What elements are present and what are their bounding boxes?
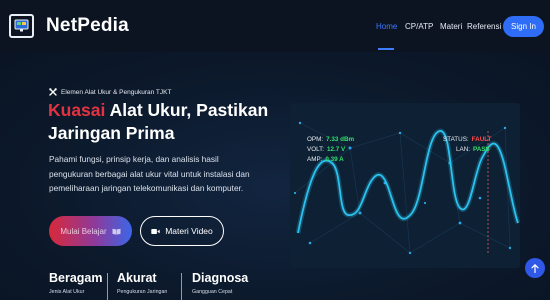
start-learning-label: Mulai Belajar (60, 226, 107, 236)
back-to-top-button[interactable] (525, 258, 545, 278)
book-icon (112, 228, 121, 235)
hero-description: Pahami fungsi, prinsip kerja, dan analis… (49, 154, 250, 194)
reading-amp: AMP: 0.39 A (307, 156, 344, 163)
sign-in-button[interactable]: Sign In (503, 16, 544, 37)
video-material-label: Materi Video (165, 226, 213, 236)
reading-opm: OPM: 7.33 dBm (307, 136, 355, 143)
nav-item-materi[interactable]: Materi (440, 22, 462, 31)
stat-value: Diagnosa (192, 271, 249, 285)
stat-item: Beragam Jenis Alat Ukur (49, 271, 103, 295)
status-lan: LAN: PASS (456, 146, 490, 153)
waveform-graphic (293, 121, 520, 255)
hero-eyebrow: Elemen Alat Ukur & Pengukuran TJKT (49, 88, 171, 96)
arrow-up-icon (531, 263, 539, 273)
nav-item-cp-atp[interactable]: CP/ATP (405, 22, 433, 31)
active-nav-indicator (378, 48, 394, 50)
stat-divider (107, 273, 108, 300)
status-fault: STATUS: FAULT (443, 136, 492, 143)
stat-value: Akurat (117, 271, 157, 285)
stat-item: Akurat Pengukuran Jaringan (117, 271, 167, 295)
stat-divider (181, 273, 182, 300)
navbar: NetPedia Home CP/ATP Materi Referensi Si… (0, 0, 550, 52)
stat-item: Diagnosa Gangguan Cepat (192, 271, 248, 295)
tools-icon (49, 88, 57, 96)
nav-item-home[interactable]: Home (376, 22, 397, 31)
stat-label: Gangguan Cepat (192, 289, 233, 295)
hero-eyebrow-text: Elemen Alat Ukur & Pengukuran TJKT (61, 88, 172, 96)
reading-volt: VOLT: 12.7 V (307, 146, 346, 153)
hero-headline-accent: Kuasai (48, 100, 106, 120)
nav-item-referensi[interactable]: Referensi (467, 22, 501, 31)
start-learning-button[interactable]: Mulai Belajar (49, 216, 132, 246)
measurement-display: OPM: 7.33 dBm VOLT: 12.7 V AMP: 0.39 A STAT… (290, 103, 520, 268)
video-material-button[interactable]: Materi Video (140, 216, 224, 246)
video-camera-icon (151, 228, 160, 234)
hero-headline: Kuasai Alat Ukur, Pastikan Jaringan Prim… (48, 99, 288, 145)
nav-links: Home CP/ATP Materi Referensi (0, 22, 550, 36)
stat-label: Pengukuran Jaringan (117, 289, 168, 295)
stat-label: Jenis Alat Ukur (49, 289, 85, 295)
stat-value: Beragam (49, 271, 103, 285)
